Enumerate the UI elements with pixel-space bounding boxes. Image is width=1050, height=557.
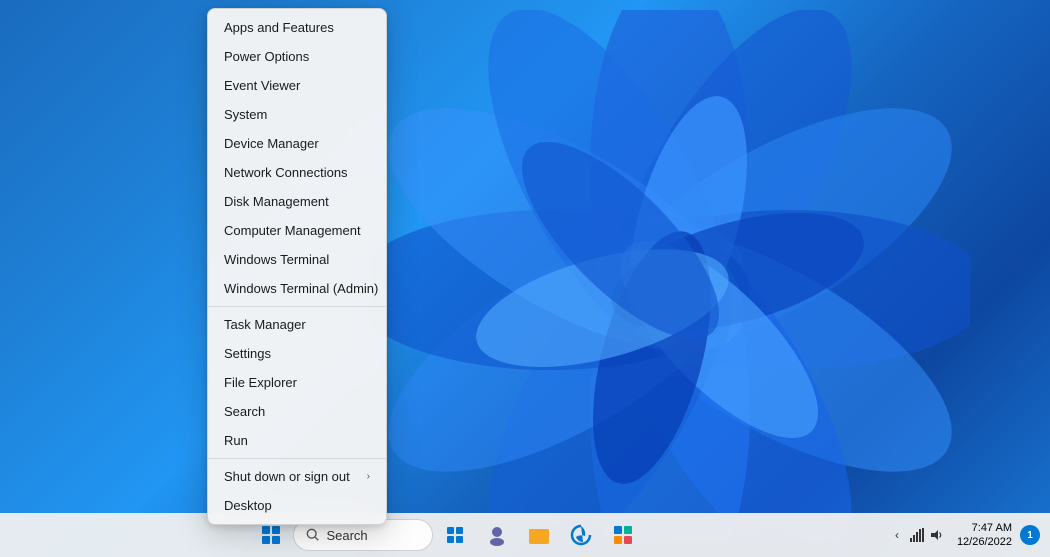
clock-time: 7:47 AM xyxy=(957,521,1012,535)
menu-item-search[interactable]: Search xyxy=(208,397,386,426)
menu-item-system[interactable]: System xyxy=(208,100,386,129)
menu-item-label-power-options: Power Options xyxy=(224,49,309,64)
menu-item-apps-features[interactable]: Apps and Features xyxy=(208,13,386,42)
system-tray: ‹ xyxy=(885,519,1040,552)
menu-item-label-event-viewer: Event Viewer xyxy=(224,78,300,93)
menu-item-label-search: Search xyxy=(224,404,265,419)
menu-item-desktop[interactable]: Desktop xyxy=(208,491,386,520)
windows-logo-icon xyxy=(262,526,280,544)
menu-item-event-viewer[interactable]: Event Viewer xyxy=(208,71,386,100)
desktop: Apps and Features Power Options Event View… xyxy=(0,0,1050,557)
clock[interactable]: 7:47 AM 12/26/2022 xyxy=(953,519,1016,552)
edge-icon xyxy=(570,524,592,546)
menu-item-label-shut-down-sign-out: Shut down or sign out xyxy=(224,469,350,484)
menu-item-shut-down-sign-out[interactable]: Shut down or sign out › xyxy=(208,462,386,491)
network-tray-icon[interactable] xyxy=(909,527,925,543)
menu-item-label-desktop: Desktop xyxy=(224,498,272,513)
teams-icon xyxy=(486,524,508,546)
menu-item-disk-management[interactable]: Disk Management xyxy=(208,187,386,216)
context-menu: Apps and Features Power Options Event View… xyxy=(207,8,387,525)
menu-item-label-apps-features: Apps and Features xyxy=(224,20,334,35)
menu-item-device-manager[interactable]: Device Manager xyxy=(208,129,386,158)
menu-item-task-manager[interactable]: Task Manager xyxy=(208,310,386,339)
taskbar-center: Search xyxy=(10,515,885,555)
menu-item-run[interactable]: Run xyxy=(208,426,386,455)
menu-item-computer-management[interactable]: Computer Management xyxy=(208,216,386,245)
network-icon xyxy=(910,528,924,542)
volume-tray-icon[interactable] xyxy=(929,527,945,543)
menu-item-windows-terminal-admin[interactable]: Windows Terminal (Admin) xyxy=(208,274,386,303)
menu-divider xyxy=(208,306,386,307)
menu-item-windows-terminal[interactable]: Windows Terminal xyxy=(208,245,386,274)
clock-date: 12/26/2022 xyxy=(957,535,1012,549)
menu-item-settings[interactable]: Settings xyxy=(208,339,386,368)
store-button[interactable] xyxy=(603,515,643,555)
file-explorer-icon xyxy=(528,524,550,546)
show-hidden-icons-button[interactable]: ‹ xyxy=(889,527,905,543)
notification-center-button[interactable]: 1 xyxy=(1020,525,1040,545)
menu-item-label-task-manager: Task Manager xyxy=(224,317,306,332)
search-label: Search xyxy=(326,528,367,543)
menu-item-network-connections[interactable]: Network Connections xyxy=(208,158,386,187)
menu-item-chevron-shut-down-sign-out: › xyxy=(367,471,370,482)
menu-item-label-network-connections: Network Connections xyxy=(224,165,348,180)
menu-item-label-windows-terminal: Windows Terminal xyxy=(224,252,329,267)
store-icon xyxy=(612,524,634,546)
menu-item-label-file-explorer: File Explorer xyxy=(224,375,297,390)
volume-icon xyxy=(930,528,944,542)
menu-item-label-run: Run xyxy=(224,433,248,448)
menu-item-file-explorer[interactable]: File Explorer xyxy=(208,368,386,397)
menu-item-label-windows-terminal-admin: Windows Terminal (Admin) xyxy=(224,281,378,296)
file-explorer-taskbar-button[interactable] xyxy=(519,515,559,555)
task-view-button[interactable] xyxy=(435,515,475,555)
tray-icons: ‹ xyxy=(885,527,949,543)
taskbar: Search xyxy=(0,513,1050,557)
bloom-decoration xyxy=(370,10,970,540)
teams-button[interactable] xyxy=(477,515,517,555)
edge-button[interactable] xyxy=(561,515,601,555)
menu-item-label-disk-management: Disk Management xyxy=(224,194,329,209)
menu-item-label-settings: Settings xyxy=(224,346,271,361)
menu-item-power-options[interactable]: Power Options xyxy=(208,42,386,71)
task-view-icon xyxy=(445,525,465,545)
search-icon xyxy=(306,528,320,542)
menu-item-label-device-manager: Device Manager xyxy=(224,136,319,151)
menu-item-label-system: System xyxy=(224,107,267,122)
menu-item-label-computer-management: Computer Management xyxy=(224,223,361,238)
menu-divider xyxy=(208,458,386,459)
